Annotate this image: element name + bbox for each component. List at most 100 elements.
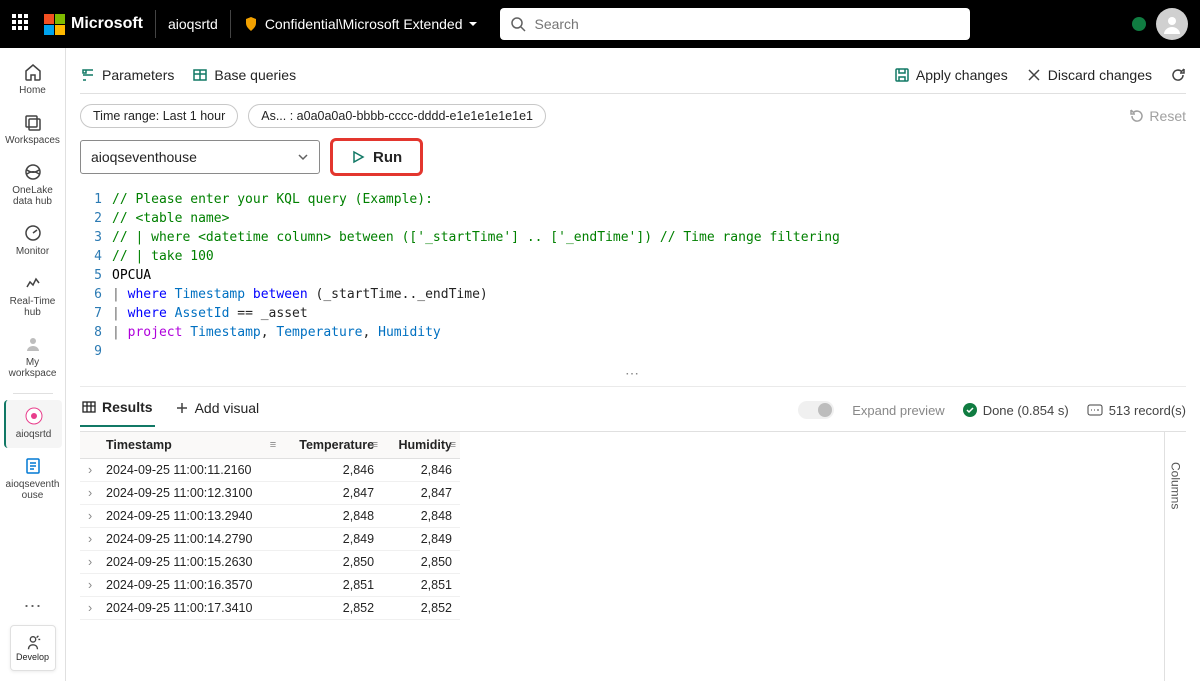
expand-row-icon[interactable]: › [80,505,98,528]
table-row[interactable]: ›2024-09-25 11:00:13.29402,8482,848 [80,505,460,528]
user-avatar[interactable] [1156,8,1188,40]
col-header-temperature[interactable]: Temperature≡ [280,432,382,459]
check-icon [963,403,977,417]
search-input[interactable] [534,16,960,32]
nav-realtime-hub[interactable]: Real-Time hub [4,267,62,326]
query-editor[interactable]: 123 456 789 // Please enter your KQL que… [80,190,1186,361]
separator [230,10,231,38]
results-grid[interactable]: Timestamp≡ Temperature≡ Humidity≡ ›2024-… [80,432,460,620]
nav-recent-aioqsrtd[interactable]: aioqsrtd [4,400,62,448]
save-icon [894,67,910,83]
monitor-icon [23,223,43,243]
brand-label: Microsoft [71,15,143,33]
discard-changes-button[interactable]: Discard changes [1026,67,1152,83]
table-row[interactable]: ›2024-09-25 11:00:11.21602,8462,846 [80,459,460,482]
parameters-button[interactable]: Parameters [80,67,174,83]
cell-humidity: 2,851 [382,574,460,597]
asset-pill[interactable]: As... : a0a0a0a0-bbbb-cccc-dddd-e1e1e1e1… [248,104,546,128]
results-toolbar: Results Add visual Expand preview Done (… [80,386,1186,427]
counter-icon [1087,403,1103,417]
time-range-pill[interactable]: Time range: Last 1 hour [80,104,238,128]
col-header-timestamp[interactable]: Timestamp≡ [98,432,280,459]
results-grid-wrap: Timestamp≡ Temperature≡ Humidity≡ ›2024-… [80,431,1186,681]
left-nav-rail: Home Workspaces OneLake data hub Monitor… [0,48,66,681]
table-row[interactable]: ›2024-09-25 11:00:12.31002,8472,847 [80,482,460,505]
refresh-button[interactable] [1170,67,1186,83]
cell-temperature: 2,846 [280,459,382,482]
table-row[interactable]: ›2024-09-25 11:00:17.34102,8522,852 [80,597,460,620]
expand-row-icon[interactable]: › [80,482,98,505]
expand-preview-toggle[interactable] [798,401,834,419]
column-menu-icon[interactable]: ≡ [450,439,456,451]
cell-temperature: 2,850 [280,551,382,574]
cell-temperature: 2,851 [280,574,382,597]
pane-resize-handle[interactable]: ⋯ [80,361,1186,386]
brand-logo: Microsoft [44,14,143,35]
kql-queryset-icon [24,406,44,426]
expand-row-icon[interactable]: › [80,574,98,597]
table-icon [192,67,208,83]
code-area[interactable]: // Please enter your KQL query (Example)… [112,190,1186,361]
cell-humidity: 2,847 [382,482,460,505]
expand-row-icon[interactable]: › [80,551,98,574]
sensitivity-label: Confidential\Microsoft Extended [265,16,463,32]
search-icon [510,16,526,32]
table-row[interactable]: ›2024-09-25 11:00:14.27902,8492,849 [80,528,460,551]
nav-recent-eventhouse[interactable]: aioqseventh ouse [4,450,62,509]
parameters-icon [80,67,96,83]
search-box[interactable] [500,8,970,40]
more-nav-button[interactable]: ⋯ [24,596,42,617]
plus-icon [175,401,189,415]
workspace-name[interactable]: aioqsrtd [168,16,218,32]
expand-row-icon[interactable]: › [80,597,98,620]
play-icon [351,150,365,164]
develop-icon [24,634,42,652]
nav-workspaces[interactable]: Workspaces [4,106,62,154]
expand-row-icon[interactable]: › [80,528,98,551]
cell-timestamp: 2024-09-25 11:00:12.3100 [98,482,280,505]
nav-monitor[interactable]: Monitor [4,217,62,265]
table-row[interactable]: ›2024-09-25 11:00:15.26302,8502,850 [80,551,460,574]
base-queries-button[interactable]: Base queries [192,67,296,83]
run-button[interactable]: Run [330,138,423,176]
cell-humidity: 2,849 [382,528,460,551]
nav-home[interactable]: Home [4,56,62,104]
develop-button[interactable]: Develop [10,625,56,671]
scope-dropdown[interactable]: aioqseventhouse [80,140,320,174]
reset-button[interactable]: Reset [1129,108,1186,124]
col-header-humidity[interactable]: Humidity≡ [382,432,460,459]
nav-onelake[interactable]: OneLake data hub [4,156,62,215]
top-toolbar: Parameters Base queries Apply changes Di… [80,56,1186,94]
filter-toolbar: Time range: Last 1 hour As... : a0a0a0a0… [80,94,1186,138]
person-icon [23,334,43,354]
cell-timestamp: 2024-09-25 11:00:16.3570 [98,574,280,597]
apply-changes-button[interactable]: Apply changes [894,67,1008,83]
cell-temperature: 2,849 [280,528,382,551]
nav-my-workspace[interactable]: My workspace [4,328,62,387]
cell-timestamp: 2024-09-25 11:00:14.2790 [98,528,280,551]
top-bar: Microsoft aioqsrtd Confidential\Microsof… [0,0,1200,48]
eventhouse-icon [23,456,43,476]
column-menu-icon[interactable]: ≡ [372,439,378,451]
cell-humidity: 2,848 [382,505,460,528]
grid-icon [82,400,96,414]
reset-icon [1129,108,1145,124]
app-launcher-icon[interactable] [12,14,32,34]
line-gutter: 123 456 789 [80,190,112,361]
main-content: Parameters Base queries Apply changes Di… [66,48,1200,681]
column-menu-icon[interactable]: ≡ [270,439,276,451]
run-row: aioqseventhouse Run [80,138,1186,176]
cell-timestamp: 2024-09-25 11:00:15.2630 [98,551,280,574]
cell-temperature: 2,848 [280,505,382,528]
add-visual-button[interactable]: Add visual [173,394,262,426]
cell-humidity: 2,846 [382,459,460,482]
home-icon [23,62,43,82]
cell-temperature: 2,852 [280,597,382,620]
cell-timestamp: 2024-09-25 11:00:13.2940 [98,505,280,528]
table-row[interactable]: ›2024-09-25 11:00:16.35702,8512,851 [80,574,460,597]
expand-row-icon[interactable]: › [80,459,98,482]
tab-results[interactable]: Results [80,393,155,427]
onelake-icon [23,162,43,182]
columns-panel-toggle[interactable]: Columns [1164,432,1186,681]
sensitivity-dropdown[interactable]: Confidential\Microsoft Extended [243,16,479,32]
